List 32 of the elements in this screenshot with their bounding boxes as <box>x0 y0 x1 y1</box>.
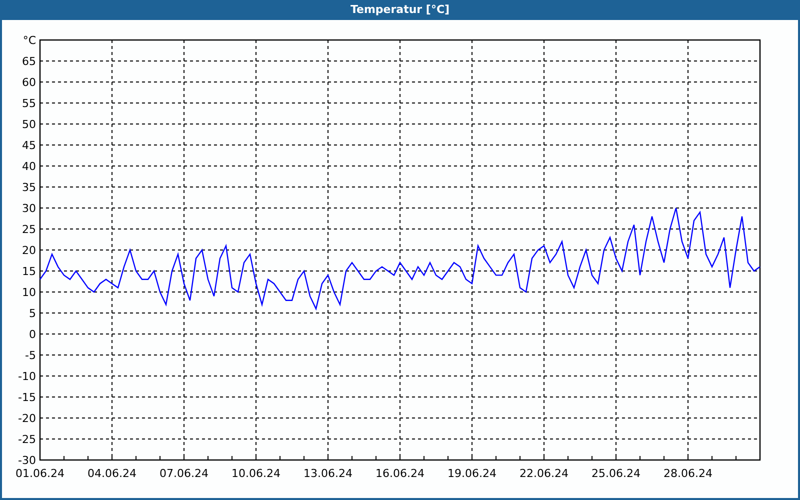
x-tick-label: 10.06.24 <box>232 467 280 480</box>
x-tick-label: 13.06.24 <box>304 467 352 480</box>
y-tick-label: 65 <box>22 55 36 68</box>
y-tick-label: 0 <box>29 328 36 341</box>
y-tick-label: 45 <box>22 139 36 152</box>
y-tick-label: 25 <box>22 223 36 236</box>
y-tick-label: 10 <box>22 286 36 299</box>
x-tick-label: 04.06.24 <box>88 467 136 480</box>
y-tick-label: °C <box>22 34 36 47</box>
y-tick-label: 60 <box>22 76 36 89</box>
y-tick-label: 5 <box>29 307 36 320</box>
y-tick-label: 30 <box>22 202 36 215</box>
y-tick-label: 50 <box>22 118 36 131</box>
y-tick-label: 40 <box>22 160 36 173</box>
window-title: Temperatur [°C] <box>349 2 451 18</box>
y-tick-label: -20 <box>18 412 36 425</box>
y-tick-label: 55 <box>22 97 36 110</box>
x-tick-label: 16.06.24 <box>376 467 424 480</box>
x-tick-label: 28.06.24 <box>664 467 712 480</box>
y-tick-label: -15 <box>18 391 36 404</box>
y-tick-label: 35 <box>22 181 36 194</box>
x-tick-label: 25.06.24 <box>592 467 640 480</box>
y-tick-label: -10 <box>18 370 36 383</box>
y-tick-label: 20 <box>22 244 36 257</box>
y-tick-label: -25 <box>18 433 36 446</box>
x-tick-label: 01.06.24 <box>16 467 64 480</box>
x-tick-label: 22.06.24 <box>520 467 568 480</box>
y-tick-label: 15 <box>22 265 36 278</box>
x-tick-label: 19.06.24 <box>448 467 496 480</box>
y-tick-label: -30 <box>18 454 36 467</box>
x-tick-label: 07.06.24 <box>160 467 208 480</box>
y-tick-label: -5 <box>25 349 36 362</box>
